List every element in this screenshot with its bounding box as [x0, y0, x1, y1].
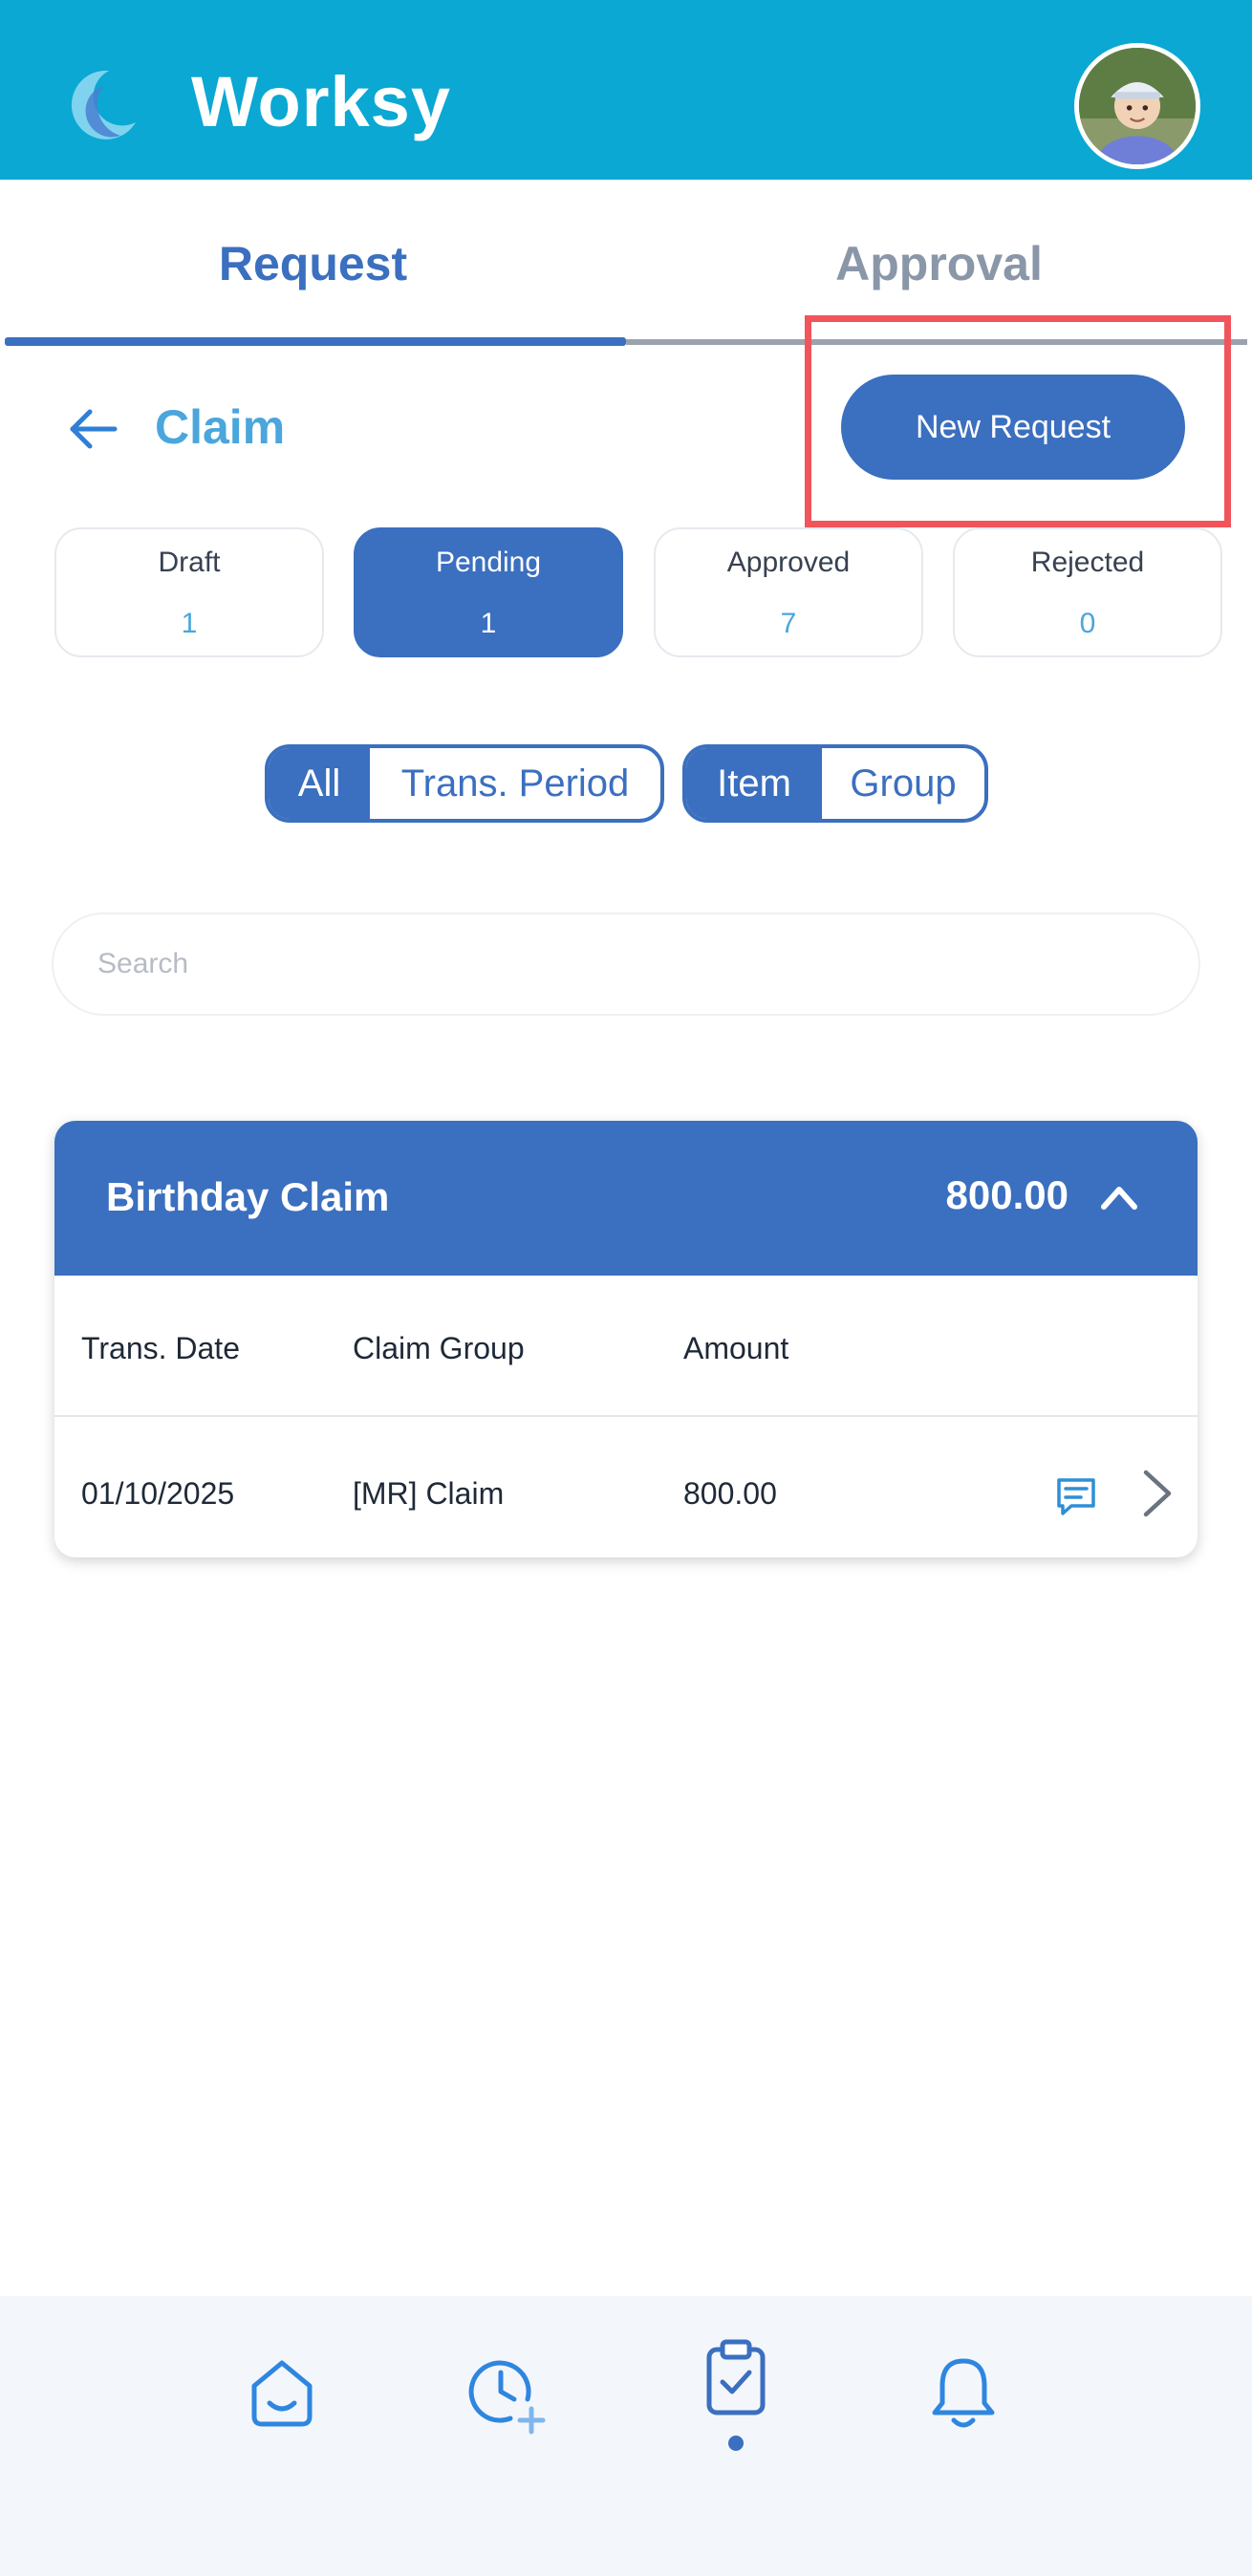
status-filter-approved[interactable]: Approved 7	[654, 527, 923, 657]
column-header-trans-date: Trans. Date	[81, 1331, 240, 1365]
status-label: Draft	[158, 547, 221, 578]
status-count: 1	[480, 608, 497, 639]
view-option-group[interactable]: Group	[822, 748, 984, 819]
view-toggle: Item Group	[682, 744, 988, 823]
user-avatar[interactable]	[1074, 43, 1200, 169]
column-header-claim-group: Claim Group	[353, 1331, 525, 1365]
claim-group-card: Birthday Claim 800.00 Trans. Date Claim …	[54, 1121, 1198, 1557]
status-label: Pending	[435, 547, 542, 578]
claim-group-total: 800.00	[945, 1172, 1069, 1217]
home-icon[interactable]	[247, 2357, 317, 2430]
bell-icon[interactable]	[927, 2353, 1000, 2432]
period-option-all[interactable]: All	[269, 748, 370, 819]
view-option-item[interactable]: Item	[686, 748, 822, 819]
status-filter-pending[interactable]: Pending 1	[354, 527, 623, 657]
tab-request[interactable]: Request	[0, 180, 626, 347]
clock-add-icon[interactable]	[468, 2355, 549, 2436]
comment-icon[interactable]	[1054, 1474, 1098, 1518]
chevron-right-icon[interactable]	[1138, 1467, 1176, 1520]
bottom-nav	[0, 2296, 1252, 2576]
claim-group-title: Birthday Claim	[106, 1174, 390, 1219]
avatar-image	[1079, 48, 1196, 164]
status-filter-rejected[interactable]: Rejected 0	[953, 527, 1222, 657]
status-label: Rejected	[1030, 547, 1145, 578]
new-request-button[interactable]: New Request	[841, 375, 1185, 480]
active-nav-indicator	[728, 2436, 744, 2451]
period-option-trans-period[interactable]: Trans. Period	[370, 748, 660, 819]
tab-active-indicator	[5, 337, 626, 346]
app-title: Worksy	[191, 62, 451, 141]
app-header: Worksy	[0, 0, 1252, 180]
cell-amount: 800.00	[683, 1476, 777, 1511]
cell-claim-group: [MR] Claim	[353, 1476, 505, 1511]
clipboard-check-icon[interactable]	[703, 2338, 768, 2418]
page-title: Claim	[155, 400, 286, 454]
cell-trans-date: 01/10/2025	[81, 1476, 235, 1511]
status-label: Approved	[726, 547, 851, 578]
chevron-up-icon[interactable]	[1096, 1174, 1142, 1220]
status-count: 7	[780, 608, 797, 639]
divider	[54, 1415, 1198, 1417]
status-count: 1	[181, 608, 198, 639]
arrow-left-icon[interactable]	[65, 401, 120, 457]
crescent-moon-icon	[71, 70, 136, 140]
status-filter-draft[interactable]: Draft 1	[54, 527, 324, 657]
claim-group-header[interactable]: Birthday Claim 800.00	[54, 1121, 1198, 1276]
status-count: 0	[1079, 608, 1096, 639]
search-input[interactable]	[52, 912, 1200, 1016]
column-header-amount: Amount	[683, 1331, 789, 1365]
period-toggle: All Trans. Period	[265, 744, 664, 823]
